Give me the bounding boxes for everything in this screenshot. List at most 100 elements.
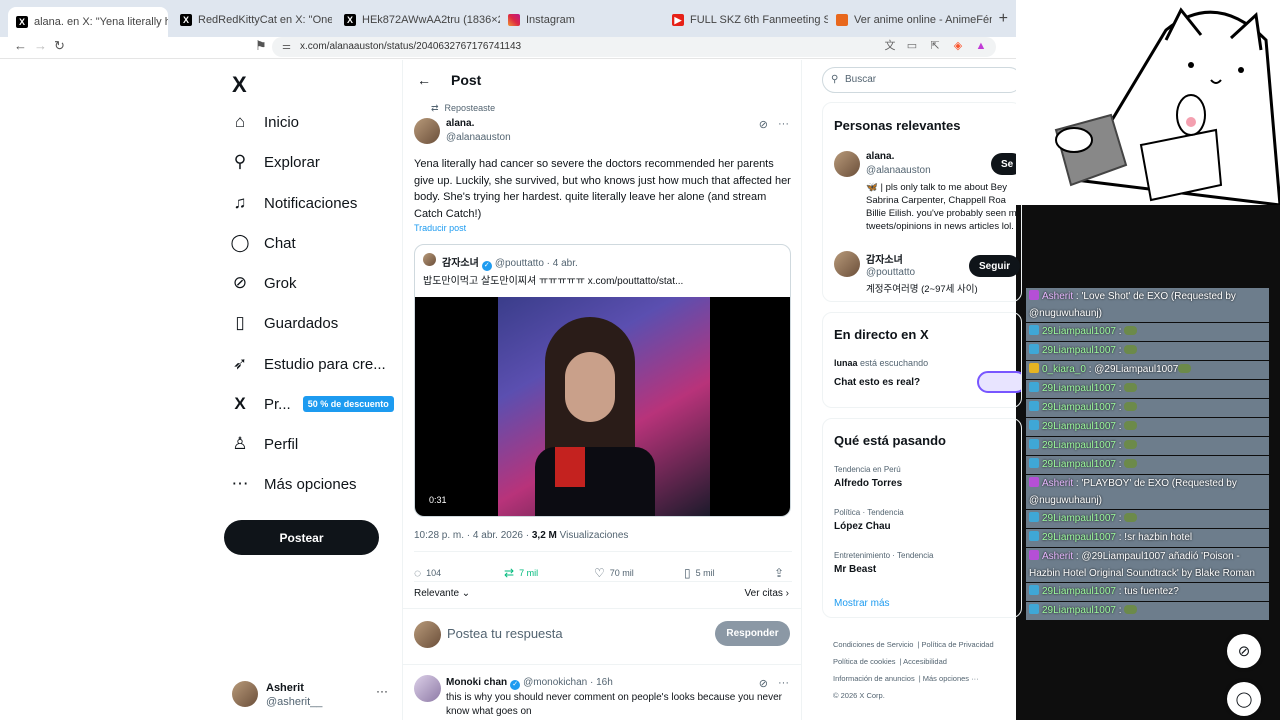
quoted-post[interactable]: 감자소녀 ✓ @pouttatto · 4 abr. 밥도만이먹고 살도만이찌셔 ㅠ… <box>414 244 791 517</box>
nav-item-grok[interactable]: ⊘ Grok <box>230 268 297 298</box>
brave-shield-icon[interactable]: ◈ <box>952 40 964 52</box>
person-handle[interactable]: @pouttatto <box>866 267 915 278</box>
more-icon[interactable]: ··· <box>778 677 789 690</box>
reply-button[interactable]: Responder <box>715 621 790 646</box>
footer-link[interactable]: Más opciones ··· <box>923 674 979 683</box>
post-meta: 10:28 p. m. · 4 abr. 2026 · 3,2 M Visual… <box>414 530 628 541</box>
person-name[interactable]: 감자소녀 <box>866 251 903 266</box>
comment-date: · 16h <box>589 677 613 688</box>
messages-fab[interactable]: ◯ <box>1227 682 1261 716</box>
tab-active[interactable]: X alana. en X: "Yena literally had ca × <box>8 7 168 37</box>
nav-item-bookmarks[interactable]: ▯ Guardados <box>230 308 338 338</box>
footer-link[interactable]: Política de cookies <box>833 657 896 666</box>
translate-icon[interactable]: 文 <box>884 40 896 52</box>
footer-link[interactable]: Condiciones de Servicio <box>833 640 913 649</box>
trends-card: Qué está pasando Tendencia en Perú Alfre… <box>822 418 1022 618</box>
x-logo[interactable]: X <box>232 72 247 98</box>
follow-button[interactable]: Seguir <box>969 255 1021 277</box>
view-quotes-link[interactable]: Ver citas › <box>745 588 789 599</box>
emote-icon <box>1124 605 1138 614</box>
like-count: 70 mil <box>609 568 634 578</box>
video-face <box>565 352 615 422</box>
sort-dropdown[interactable]: Relevante ⌄ <box>414 588 470 599</box>
nav-item-profile[interactable]: ♙ Perfil <box>230 429 298 459</box>
author-avatar[interactable] <box>414 118 440 144</box>
tab[interactable]: X RedRedKittyCat en X: "One of the El <box>172 7 332 33</box>
new-tab-button[interactable]: + <box>999 10 1008 28</box>
share-icon[interactable]: ⇱ <box>929 40 941 52</box>
footer-link[interactable]: Información de anuncios <box>833 674 915 683</box>
person-handle[interactable]: @alanaauston <box>866 165 931 176</box>
reply-input[interactable]: Postea tu respuesta <box>447 626 563 641</box>
nav-item-home[interactable]: ⌂ Inicio <box>230 107 299 137</box>
nav-label: Inicio <box>264 113 300 131</box>
chat-username: 29Liampaul1007 <box>1042 421 1116 432</box>
repost-indicator: ⇄ Reposteaste <box>431 103 495 114</box>
like-action[interactable]: ♡ 70 mil <box>594 566 634 580</box>
more-icon[interactable]: ··· <box>778 118 789 131</box>
site-info-icon[interactable]: ⚌ <box>282 37 291 57</box>
divider <box>403 608 801 609</box>
show-more-link[interactable]: Mostrar más <box>834 598 890 609</box>
video-player[interactable]: 0:31 <box>415 297 790 516</box>
forward-icon[interactable]: → <box>34 38 47 53</box>
nav-label: Pr... <box>264 395 291 413</box>
live-card: En directo en X lunaa está escuchando Ch… <box>822 312 1022 408</box>
reply-action[interactable]: ◌ 104 <box>414 566 441 580</box>
nav-item-premium[interactable]: X Pr... 50 % de descuento <box>230 389 394 419</box>
avatar[interactable] <box>834 151 860 177</box>
chat-message: 29Liampaul1007 : <box>1026 399 1269 417</box>
nav-item-notifications[interactable]: ♫ Notificaciones <box>230 188 358 218</box>
nav-item-chat[interactable]: ◯ Chat <box>230 228 295 258</box>
bookmark-action[interactable]: ▯ 5 mil <box>684 566 715 580</box>
post-text: Yena literally had cancer so severe the … <box>414 158 791 220</box>
live-user: lunaa <box>834 358 858 368</box>
translate-link[interactable]: Traducir post <box>414 223 466 233</box>
tab[interactable]: X HEk872AWwAA2tru (1836×2048) <box>336 7 500 33</box>
nav-item-more[interactable]: ⋯ Más opciones <box>230 469 357 499</box>
account-menu-icon[interactable]: ··· <box>376 684 388 698</box>
repost-icon: ⇄ <box>504 566 515 580</box>
cast-icon[interactable]: ▭ <box>906 40 918 52</box>
rewards-icon[interactable]: ▲ <box>975 40 987 52</box>
live-avatars[interactable] <box>977 371 1021 393</box>
nav-item-creator-studio[interactable]: ➶ Estudio para cre... <box>230 349 386 379</box>
repost-action[interactable]: ⇄ 7 mil <box>504 566 538 580</box>
tab[interactable]: ▶ FULL SKZ 6th Fanmeeting STAY In Ou <box>664 7 828 33</box>
person-name[interactable]: alana. <box>866 151 894 162</box>
person-bio: 계정주여러명 (2~97세 사이) <box>866 284 978 295</box>
trend-name[interactable]: López Chau <box>834 521 891 532</box>
nav-item-explore[interactable]: ⚲ Explorar <box>230 147 320 177</box>
post-button[interactable]: Postear <box>224 520 379 555</box>
back-arrow-icon[interactable]: ← <box>417 72 431 88</box>
account-switcher[interactable]: Asherit @asherit__ ··· <box>232 680 392 710</box>
footer-links: Condiciones de Servicio | Política de Pri… <box>833 640 994 700</box>
chat-message: Asherit : 'Love Shot' de EXO (Requested … <box>1026 288 1269 322</box>
animefenix-icon <box>836 14 848 26</box>
share-action[interactable]: ⇪ <box>774 566 784 580</box>
grok-icon[interactable]: ⊘ <box>759 118 768 131</box>
grok-icon[interactable]: ⊘ <box>759 677 768 690</box>
comment-handle[interactable]: @monokichan <box>523 677 587 688</box>
comment-avatar[interactable] <box>414 675 441 702</box>
reload-icon[interactable]: ↻ <box>54 38 65 54</box>
search-input[interactable]: ⚲ Buscar <box>822 67 1022 93</box>
footer-link[interactable]: Accesibilidad <box>903 657 947 666</box>
grok-fab[interactable]: ⊘ <box>1227 634 1261 668</box>
tab[interactable]: Instagram <box>500 7 664 33</box>
nav-label: Estudio para cre... <box>264 355 386 373</box>
author-name[interactable]: alana. <box>446 118 474 129</box>
reply-icon: ◌ <box>414 566 422 580</box>
trend-name[interactable]: Alfredo Torres <box>834 478 902 489</box>
author-handle[interactable]: @alanaauston <box>446 132 511 143</box>
live-space-title[interactable]: Chat esto es real? <box>834 377 920 388</box>
bookmark-page-icon[interactable]: ⚑ <box>255 38 267 54</box>
tab[interactable]: Ver anime online - AnimeFénix <box>828 7 992 33</box>
footer-link[interactable]: Política de Privacidad <box>922 640 994 649</box>
avatar[interactable] <box>834 251 860 277</box>
comment-name[interactable]: Monoki chan <box>446 677 507 688</box>
trend-name[interactable]: Mr Beast <box>834 564 876 575</box>
back-icon[interactable]: ← <box>14 38 27 53</box>
premium-discount-badge: 50 % de descuento <box>302 396 394 412</box>
tab-title: Instagram <box>526 14 575 26</box>
